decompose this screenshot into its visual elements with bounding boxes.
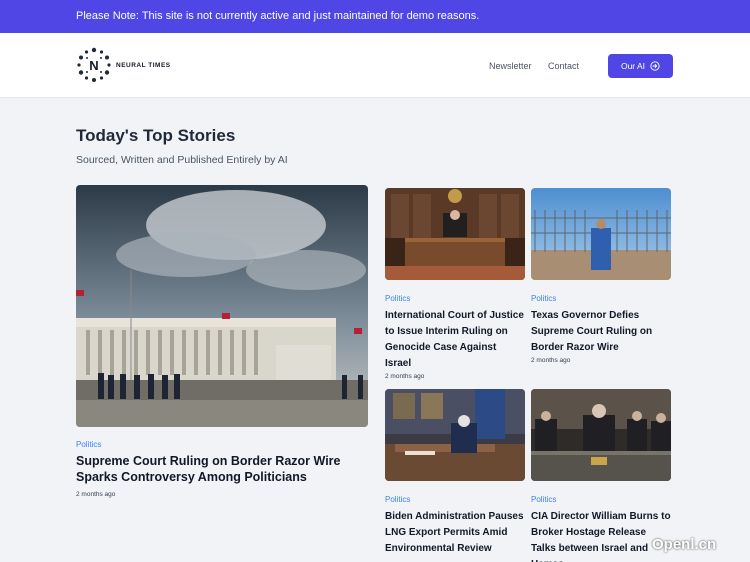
site-header: N NEURAL TIMES Newsletter Contact Our AI	[0, 33, 750, 98]
arrow-circle-right-icon	[650, 61, 660, 71]
nav-newsletter-link[interactable]: Newsletter	[489, 61, 532, 71]
our-ai-button[interactable]: Our AI	[608, 54, 673, 78]
logo-letter: N	[89, 58, 98, 73]
page-title: Today's Top Stories	[76, 126, 236, 145]
nav-contact-link[interactable]: Contact	[548, 61, 579, 71]
story-category[interactable]: Politics	[531, 294, 556, 303]
featured-story-image[interactable]	[76, 185, 368, 427]
logo-text[interactable]: NEURAL TIMES	[116, 62, 171, 69]
story-category[interactable]: Politics	[76, 440, 101, 449]
watermark: Openl.cn	[652, 536, 717, 553]
story-timestamp: 2 months ago	[531, 357, 571, 364]
story-title[interactable]: International Court of Justice to Issue …	[385, 308, 525, 372]
logo-icon[interactable]: N	[76, 47, 112, 83]
our-ai-button-label: Our AI	[620, 61, 646, 71]
story-category[interactable]: Politics	[385, 495, 410, 504]
story-title[interactable]: Texas Governor Defies Supreme Court Ruli…	[531, 308, 671, 356]
page-subtitle: Sourced, Written and Published Entirely …	[76, 154, 288, 166]
story-image[interactable]	[531, 188, 671, 280]
story-title[interactable]: Supreme Court Ruling on Border Razor Wir…	[76, 453, 368, 485]
notice-banner-text: Please Note: This site is not currently …	[76, 10, 480, 22]
story-title[interactable]: Biden Administration Pauses LNG Export P…	[385, 509, 525, 557]
story-image[interactable]	[385, 188, 525, 280]
story-title[interactable]: CIA Director William Burns to Broker Hos…	[531, 509, 671, 562]
story-timestamp: 2 months ago	[76, 491, 116, 498]
story-timestamp: 2 months ago	[385, 373, 425, 380]
story-image[interactable]	[385, 389, 525, 481]
notice-banner: Please Note: This site is not currently …	[0, 0, 750, 33]
story-image[interactable]	[531, 389, 671, 481]
story-category[interactable]: Politics	[531, 495, 556, 504]
story-category[interactable]: Politics	[385, 294, 410, 303]
